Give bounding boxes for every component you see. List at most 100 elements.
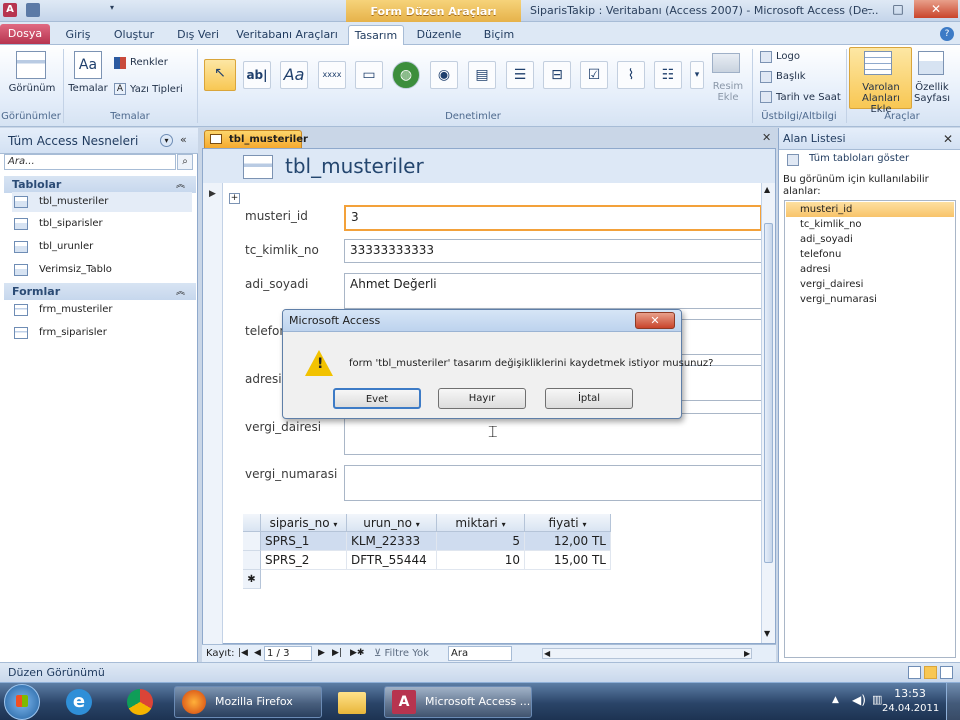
table-cell[interactable]: KLM_22333	[347, 532, 437, 551]
record-position-input[interactable]: 1 / 3	[264, 646, 312, 661]
show-all-tables-link[interactable]: Tüm tabloları göster	[809, 153, 909, 164]
nav-search-input[interactable]: Ara...	[4, 154, 176, 170]
tab-file[interactable]: Dosya	[0, 24, 50, 44]
table-cell[interactable]: 15,00 TL	[525, 551, 611, 570]
table-cell[interactable]: 10	[437, 551, 525, 570]
table-cell[interactable]: DFTR_55444	[347, 551, 437, 570]
save-icon[interactable]	[26, 3, 40, 17]
collapse-tables-icon[interactable]: ︽	[176, 177, 185, 190]
fonts-button[interactable]: Yazı Tipleri	[130, 84, 183, 95]
hyperlink-control-icon[interactable]: ◍	[392, 61, 420, 89]
nav-item-tbl-musteriler[interactable]: tbl_musteriler	[12, 192, 192, 212]
no-button[interactable]: Hayır	[438, 388, 526, 409]
web-browser-control-icon[interactable]: ◉	[430, 61, 458, 89]
qat-dropdown-icon[interactable]: ▾	[110, 3, 124, 17]
table-cell[interactable]: 12,00 TL	[525, 532, 611, 551]
nav-item-frm-siparisler[interactable]: frm_siparisler	[12, 323, 192, 343]
search-icon[interactable]: ⌕	[177, 154, 193, 170]
help-icon[interactable]: ?	[940, 27, 954, 41]
scroll-up-icon[interactable]: ▲	[764, 185, 770, 194]
tab-database-tools[interactable]: Veritabanı Araçları	[234, 25, 340, 45]
chevron-down-icon[interactable]: ▾	[502, 520, 506, 529]
next-record-icon[interactable]: ▶	[318, 645, 325, 662]
scroll-right-icon[interactable]: ▶	[744, 645, 750, 662]
first-record-icon[interactable]: |◀	[238, 645, 248, 662]
chevron-down-icon[interactable]: ▾	[333, 520, 337, 529]
volume-icon[interactable]: ◀)	[852, 693, 866, 707]
row-selector[interactable]	[243, 551, 261, 570]
tab-create[interactable]: Oluştur	[106, 25, 162, 45]
tab-external-data[interactable]: Dış Veri	[168, 25, 228, 45]
tab-format[interactable]: Biçim	[474, 25, 524, 45]
column-header-urun-no[interactable]: urun_no ▾	[347, 514, 437, 532]
explorer-folder-icon[interactable]	[338, 692, 366, 714]
tab-control-icon[interactable]: ▭	[355, 61, 383, 89]
property-sheet-button[interactable]: Özellik Sayfası	[912, 82, 952, 104]
field-vergi-numarasi[interactable]	[344, 465, 762, 501]
scroll-left-icon[interactable]: ◀	[544, 645, 550, 662]
scroll-down-icon[interactable]: ▼	[764, 629, 770, 638]
record-search-input[interactable]: Ara	[448, 646, 512, 661]
list-item[interactable]: vergi_dairesi	[786, 277, 954, 292]
last-record-icon[interactable]: ▶|	[332, 645, 342, 662]
title-icon[interactable]	[760, 71, 772, 83]
date-time-icon[interactable]	[760, 91, 772, 103]
column-header-siparis-no[interactable]: siparis_no ▾	[261, 514, 347, 532]
chrome-icon[interactable]	[127, 689, 153, 715]
field-tc-kimlik-no[interactable]: 33333333333	[344, 239, 762, 263]
title-button[interactable]: Başlık	[776, 71, 806, 82]
clock-time[interactable]: 13:53	[892, 687, 928, 700]
fonts-icon[interactable]: A	[114, 83, 126, 95]
more-controls-icon[interactable]: ▾	[690, 61, 704, 89]
tab-home[interactable]: Giriş	[56, 25, 100, 45]
collapse-forms-icon[interactable]: ︽	[176, 284, 185, 297]
button-control-icon[interactable]: xxxx	[318, 61, 346, 89]
network-icon[interactable]: ▥	[872, 693, 882, 706]
close-icon[interactable]: ✕	[943, 132, 953, 146]
date-time-button[interactable]: Tarih ve Saat	[776, 92, 841, 103]
table-cell[interactable]: SPRS_1	[261, 532, 347, 551]
list-item[interactable]: musteri_id	[786, 202, 954, 217]
new-record-nav-icon[interactable]: ▶✱	[350, 645, 364, 662]
themes-button[interactable]: Temalar	[68, 83, 108, 94]
minimize-button[interactable]: –	[856, 0, 884, 18]
dialog-close-button[interactable]: ✕	[635, 312, 675, 329]
list-item[interactable]: telefonu	[786, 247, 954, 262]
logo-icon[interactable]	[760, 51, 772, 63]
option-group-control-icon[interactable]: ☰	[506, 61, 534, 89]
column-header-fiyati[interactable]: fiyati ▾	[525, 514, 611, 532]
themes-icon[interactable]: Aa	[74, 51, 102, 79]
filter-status[interactable]: ⊻ Filtre Yok	[374, 645, 429, 662]
nav-item-frm-musteriler[interactable]: frm_musteriler	[12, 300, 192, 320]
insert-image-icon[interactable]	[712, 53, 740, 73]
nav-collapse-icon[interactable]: «	[180, 133, 187, 146]
list-item[interactable]: tc_kimlik_no	[786, 217, 954, 232]
list-item[interactable]: vergi_numarasi	[786, 292, 954, 307]
column-header-miktari[interactable]: miktari ▾	[437, 514, 525, 532]
property-sheet-icon[interactable]	[918, 51, 944, 75]
nav-item-verimsiz-tablo[interactable]: Verimsiz_Tablo	[12, 260, 192, 280]
previous-record-icon[interactable]: ◀	[254, 645, 261, 662]
logo-button[interactable]: Logo	[776, 51, 800, 62]
colors-icon[interactable]	[114, 57, 126, 69]
horizontal-scrollbar[interactable]	[542, 648, 752, 659]
page-break-control-icon[interactable]: ⊟	[543, 61, 571, 89]
field-musteri-id[interactable]: 3	[344, 205, 762, 231]
form-title[interactable]: tbl_musteriler	[285, 154, 424, 178]
new-record-icon[interactable]: ✱	[243, 570, 261, 589]
insert-image-button[interactable]: Resim Ekle	[708, 81, 748, 103]
navigation-control-icon[interactable]: ▤	[468, 61, 496, 89]
vertical-scrollbar[interactable]: ▲ ▼	[761, 183, 775, 643]
tab-design[interactable]: Tasarım	[348, 25, 404, 46]
label-control-icon[interactable]: Aa	[280, 61, 308, 89]
show-desktop-button[interactable]	[946, 683, 960, 720]
clock-date[interactable]: 24.04.2011	[882, 703, 939, 714]
record-selector[interactable]	[203, 183, 223, 645]
layout-view-icon[interactable]	[924, 666, 937, 679]
design-view-icon[interactable]	[940, 666, 953, 679]
table-cell[interactable]: SPRS_2	[261, 551, 347, 570]
nav-group-tables[interactable]: Tablolar	[4, 176, 196, 193]
view-icon[interactable]	[16, 51, 46, 79]
chevron-down-icon[interactable]: ▾	[416, 520, 420, 529]
form-view-icon[interactable]	[908, 666, 921, 679]
